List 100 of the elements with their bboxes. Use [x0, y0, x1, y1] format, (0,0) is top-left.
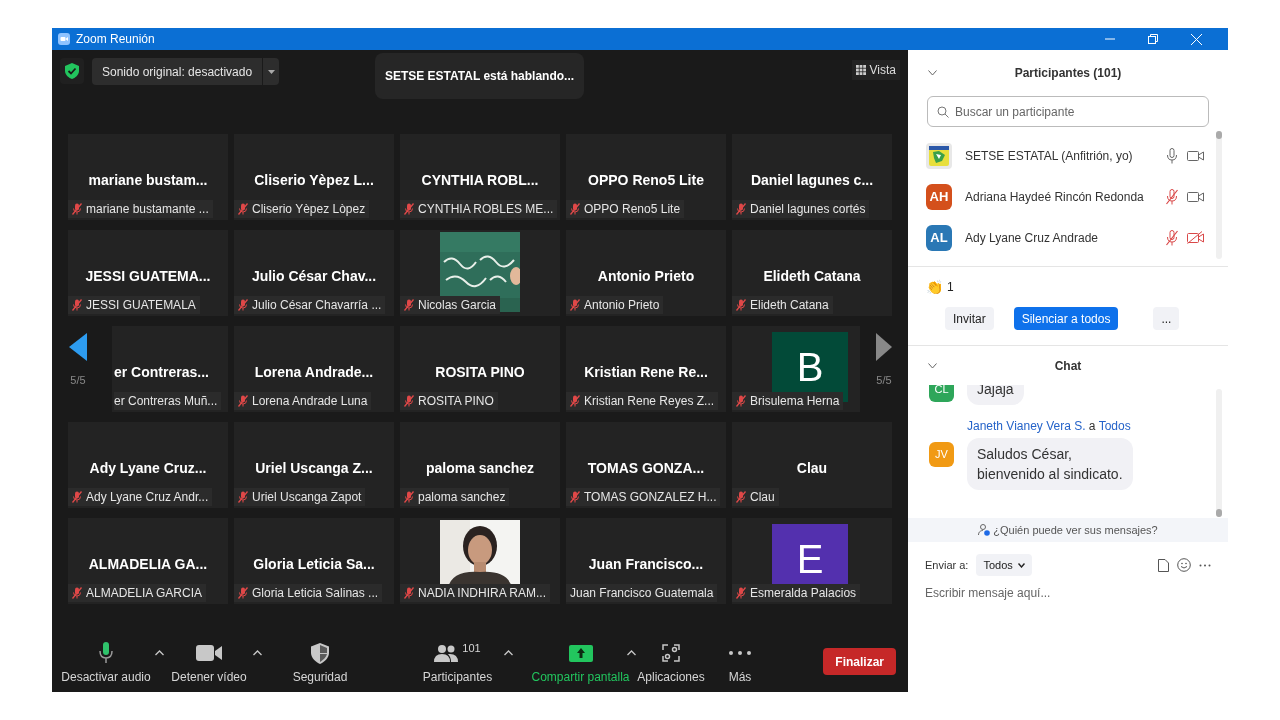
caret-icon[interactable] [504, 650, 513, 656]
participant-name: CYNTHIA ROBL... [420, 171, 540, 190]
name-label: Juan Francisco Guatemala [570, 585, 714, 602]
page-indicator: 5/5 [876, 373, 892, 388]
name-label: Esmeralda Palacios [750, 585, 857, 602]
name-label: mariane bustamante ... [86, 201, 209, 218]
name-label: ALMADELIA GARCIA [86, 585, 203, 602]
name-label: OPPO Reno5 Lite [584, 201, 681, 218]
invite-button[interactable]: Invitar [945, 307, 994, 330]
reaction-count: 1 [947, 279, 954, 296]
security-button[interactable]: Seguridad [278, 640, 362, 686]
mute-audio-button[interactable]: Desactivar audio [52, 640, 160, 686]
people-icon [434, 644, 459, 662]
dropdown-button[interactable] [263, 58, 280, 85]
more-button[interactable]: Más [710, 640, 770, 686]
avatar: JV [929, 442, 954, 467]
restore-icon[interactable] [1148, 34, 1158, 44]
video-camera-icon [196, 645, 222, 661]
end-meeting-button[interactable]: Finalizar [823, 648, 896, 675]
caret-icon[interactable] [253, 650, 262, 656]
send-to-label: Enviar a: [925, 557, 969, 573]
name-label: Uriel Uscanga Zapot [252, 489, 362, 506]
mute-all-button[interactable]: Silenciar a todos [1013, 307, 1119, 330]
collapse-icon[interactable] [928, 70, 937, 76]
avatar: AH [926, 183, 952, 210]
participant-name: Juan Francisco... [587, 555, 705, 574]
camera-icon [58, 33, 70, 45]
name-label: NADIA INDHIRA RAM... [418, 585, 547, 602]
more-icon[interactable] [1199, 563, 1211, 567]
message-input[interactable]: Escribir mensaje aquí... [925, 584, 1211, 602]
participant-row[interactable]: SETSE ESTATAL (Anfitrión, yo) [908, 135, 1228, 176]
avatar: CL [929, 385, 954, 402]
collapse-icon[interactable] [928, 362, 937, 369]
file-icon[interactable] [1158, 558, 1169, 572]
search-icon [937, 106, 949, 118]
participant-name: OPPO Reno5 Lite [587, 171, 705, 190]
name-label: Antonio Prieto [584, 297, 660, 314]
participant-name: Uriel Uscanga Z... [254, 459, 374, 478]
name-label: Julio César Chavarría ... [252, 297, 382, 314]
scrollbar-thumb[interactable] [1216, 131, 1222, 139]
participant-name: Ady Lyane Cruz... [88, 459, 208, 478]
caret-icon[interactable] [155, 650, 164, 656]
logo-avatar [926, 142, 952, 169]
name-label: Nicolas Garcia [418, 297, 497, 314]
name-label: Clau [750, 489, 775, 506]
page-indicator: 5/5 [70, 373, 86, 388]
name-label: Ady Lyane Cruz Andr... [86, 489, 209, 506]
apps-button[interactable]: Aplicaciones [632, 640, 710, 686]
speaking-notification: SETSE ESTATAL está hablando... [375, 53, 584, 99]
more-icon [729, 651, 751, 655]
participant-name: JESSI GUATEMA... [84, 267, 212, 286]
message-header: Janeth Vianey Vera S. a Todos [966, 418, 1132, 435]
participant-name: Gloria Leticia Sa... [252, 555, 376, 574]
emoji-icon[interactable] [1177, 558, 1191, 572]
recipient-dropdown[interactable]: Todos [976, 554, 1032, 576]
participant-row[interactable]: AL Ady Lyane Cruz Andrade [908, 217, 1228, 258]
search-field[interactable]: Buscar un participante [927, 96, 1209, 127]
participant-row[interactable]: AH Adriana Haydeé Rincón Redonda [908, 176, 1228, 217]
name-label: JESSI GUATEMALA [86, 297, 196, 314]
share-screen-icon [568, 644, 593, 662]
name-label: Gloria Leticia Salinas ... [252, 585, 379, 602]
window-title: Zoom Reunión [76, 31, 155, 48]
who-can-see-link[interactable]: ¿Quién puede ver sus mensajes? [993, 521, 1158, 539]
caret-icon [267, 69, 275, 74]
original-sound-button[interactable]: Sonido original: desactivado [92, 58, 263, 85]
participant-name: Lorena Andrade... [253, 363, 375, 382]
participant-name: Adriana Haydeé Rincón Redonda [965, 188, 1144, 206]
next-page-arrow[interactable] [876, 333, 892, 361]
participant-name: Antonio Prieto [596, 267, 696, 286]
close-icon[interactable] [1191, 33, 1202, 45]
view-button[interactable]: Vista [851, 60, 900, 80]
name-label: Cliserio Yèpez Lòpez [252, 201, 366, 218]
chat-message: Saludos César, bienvenido al sindicato. [967, 438, 1133, 490]
participants-button[interactable]: 101 Participantes [406, 640, 509, 686]
participant-name: mariane bustam... [87, 171, 209, 190]
name-label: Brisulema Herna [750, 393, 840, 410]
name-label: CYNTHIA ROBLES ME... [418, 201, 554, 218]
caret-icon[interactable] [627, 650, 636, 656]
scrollbar-thumb[interactable] [1216, 509, 1222, 517]
name-label: paloma sanchez [418, 489, 506, 506]
participant-name: ROSITA PINO [434, 363, 526, 382]
participant-name: Cliserio Yèpez L... [253, 171, 375, 190]
name-label: TOMAS GONZALEZ H... [584, 489, 717, 506]
share-screen-button[interactable]: Compartir pantalla [529, 640, 632, 686]
microphone-icon [99, 642, 113, 664]
shield-icon[interactable] [60, 58, 84, 84]
shield-icon [311, 642, 329, 664]
stop-video-button[interactable]: Detener vídeo [160, 640, 258, 686]
participant-name: er Contreras... [114, 363, 209, 382]
grid-icon [855, 65, 866, 75]
more-button[interactable]: ... [1153, 307, 1180, 330]
name-label: Lorena Andrade Luna [252, 393, 368, 410]
name-label: er Contreras Muñ... [114, 393, 218, 410]
apps-icon [662, 644, 680, 662]
participant-name: Daniel lagunes c... [749, 171, 875, 190]
previous-page-arrow[interactable] [69, 333, 87, 361]
participant-name: Ady Lyane Cruz Andrade [965, 229, 1098, 247]
participant-name: Julio César Chav... [250, 267, 378, 286]
participant-name: TOMAS GONZA... [586, 459, 706, 478]
name-label: ROSITA PINO [418, 393, 494, 410]
